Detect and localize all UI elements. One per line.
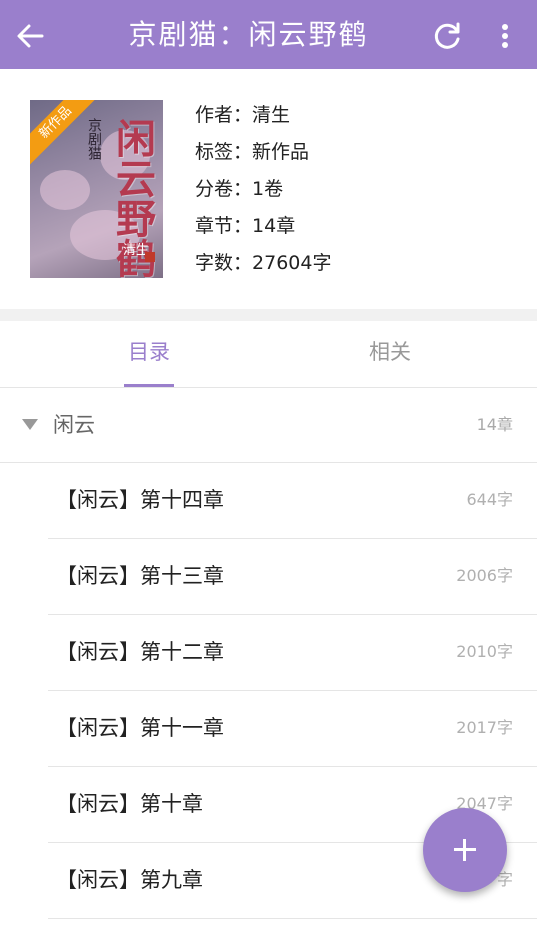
tab-contents[interactable]: 目录 — [104, 321, 194, 387]
volume-chapter-count: 14章 — [476, 415, 513, 434]
chapter-row[interactable]: 【闲云】第十一章 2017字 — [0, 691, 537, 767]
tab-related[interactable]: 相关 — [345, 321, 435, 387]
page-title: 京剧猫：闲云野鹤 — [128, 18, 369, 51]
chapter-title: 【闲云】第十一章 — [56, 716, 224, 740]
volume-header[interactable]: 闲云 14章 — [0, 388, 537, 463]
chapter-title: 【闲云】第十三章 — [56, 564, 224, 588]
meta-tag: 标签：新作品 — [195, 141, 310, 163]
refresh-icon[interactable] — [430, 19, 464, 53]
book-cover[interactable]: 新作品 京剧猫 闲云野鹤 清生 — [30, 100, 163, 278]
volume-name: 闲云 — [53, 413, 95, 437]
arrow-left-icon[interactable] — [14, 20, 46, 52]
caret-down-icon — [22, 419, 38, 430]
chapter-row[interactable]: 【闲云】第十三章 2006字 — [0, 539, 537, 615]
chapter-title: 【闲云】第十章 — [56, 792, 203, 816]
more-vertical-icon[interactable] — [490, 19, 520, 53]
chapter-title: 【闲云】第九章 — [56, 868, 203, 892]
chapter-title: 【闲云】第十四章 — [56, 488, 224, 512]
meta-word-count: 字数：27604字 — [195, 252, 332, 274]
cover-small-title: 京剧猫 — [86, 118, 102, 160]
chapter-word-count: 2010字 — [456, 642, 513, 661]
tab-indicator — [124, 384, 174, 387]
chapter-title: 【闲云】第十二章 — [56, 640, 224, 664]
add-button[interactable] — [423, 808, 507, 892]
app-bar: 京剧猫：闲云野鹤 — [0, 0, 537, 69]
section-divider — [0, 309, 537, 321]
meta-chapters: 章节：14章 — [195, 215, 296, 237]
chapter-word-count: 644字 — [466, 490, 513, 509]
book-info: 新作品 京剧猫 闲云野鹤 清生 作者：清生 标签：新作品 分卷：1卷 章节：14… — [0, 69, 537, 309]
book-meta: 作者：清生 标签：新作品 分卷：1卷 章节：14章 字数：27604字 — [195, 100, 331, 285]
chapter-row[interactable]: 【闲云】第十二章 2010字 — [0, 615, 537, 691]
meta-author: 作者：清生 — [195, 104, 291, 126]
tab-bar: 目录 相关 — [0, 321, 537, 388]
meta-volumes: 分卷：1卷 — [195, 178, 284, 200]
chapter-row[interactable]: 【闲云】第十四章 644字 — [0, 463, 537, 539]
cover-seal — [145, 252, 155, 262]
chapter-word-count: 2017字 — [456, 718, 513, 737]
chapter-word-count: 2006字 — [456, 566, 513, 585]
